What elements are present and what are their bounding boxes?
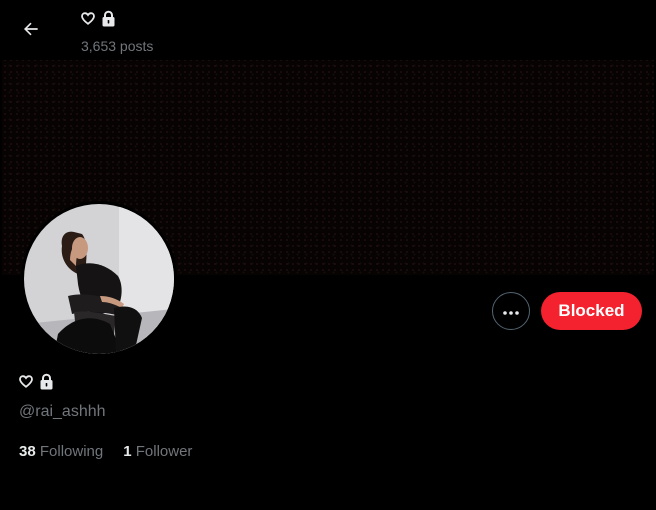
avatar[interactable]: [21, 201, 177, 357]
blocked-button[interactable]: Blocked: [541, 292, 642, 330]
back-button[interactable]: [14, 14, 48, 48]
arrow-left-icon: [21, 19, 41, 44]
lock-icon: [39, 373, 54, 395]
profile-header: 3,653 posts: [0, 0, 656, 60]
heart-outline-icon: [81, 12, 95, 30]
avatar-photo: [24, 204, 174, 354]
profile-page: 3,653 posts Blocked @rai_ashhh 38 Follow…: [0, 0, 656, 510]
profile-handle: @rai_ashhh: [19, 403, 106, 420]
followers-link[interactable]: 1 Follower: [123, 443, 192, 460]
following-label: Following: [39, 443, 104, 460]
follower-count: 1: [123, 443, 132, 460]
ellipsis-icon: [503, 302, 519, 320]
header-display-name: [81, 10, 116, 32]
more-options-button[interactable]: [492, 292, 530, 330]
following-link[interactable]: 38 Following: [19, 443, 103, 460]
profile-display-name: [19, 373, 54, 395]
following-count: 38: [19, 443, 36, 460]
lock-icon: [101, 10, 116, 32]
posts-count: 3,653 posts: [81, 38, 154, 54]
follow-stats: 38 Following 1 Follower: [19, 443, 192, 460]
follower-label: Follower: [135, 443, 193, 460]
heart-outline-icon: [19, 375, 33, 393]
